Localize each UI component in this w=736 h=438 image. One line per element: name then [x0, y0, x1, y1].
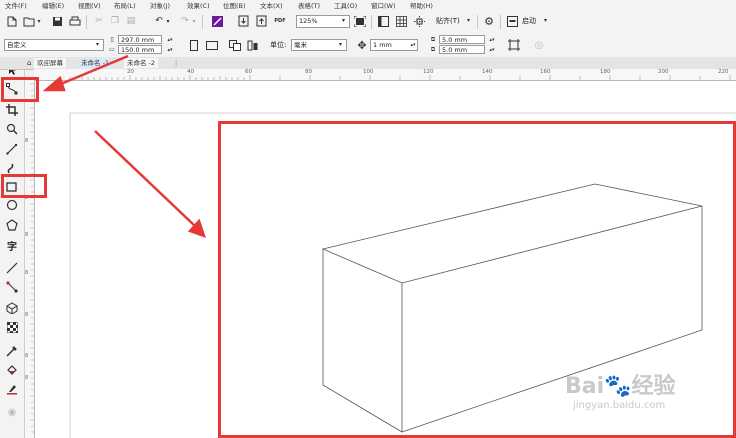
watermark-url: jingyan.baidu.com — [573, 400, 666, 411]
watermark-logo: Bai🐾经验 — [565, 374, 676, 399]
